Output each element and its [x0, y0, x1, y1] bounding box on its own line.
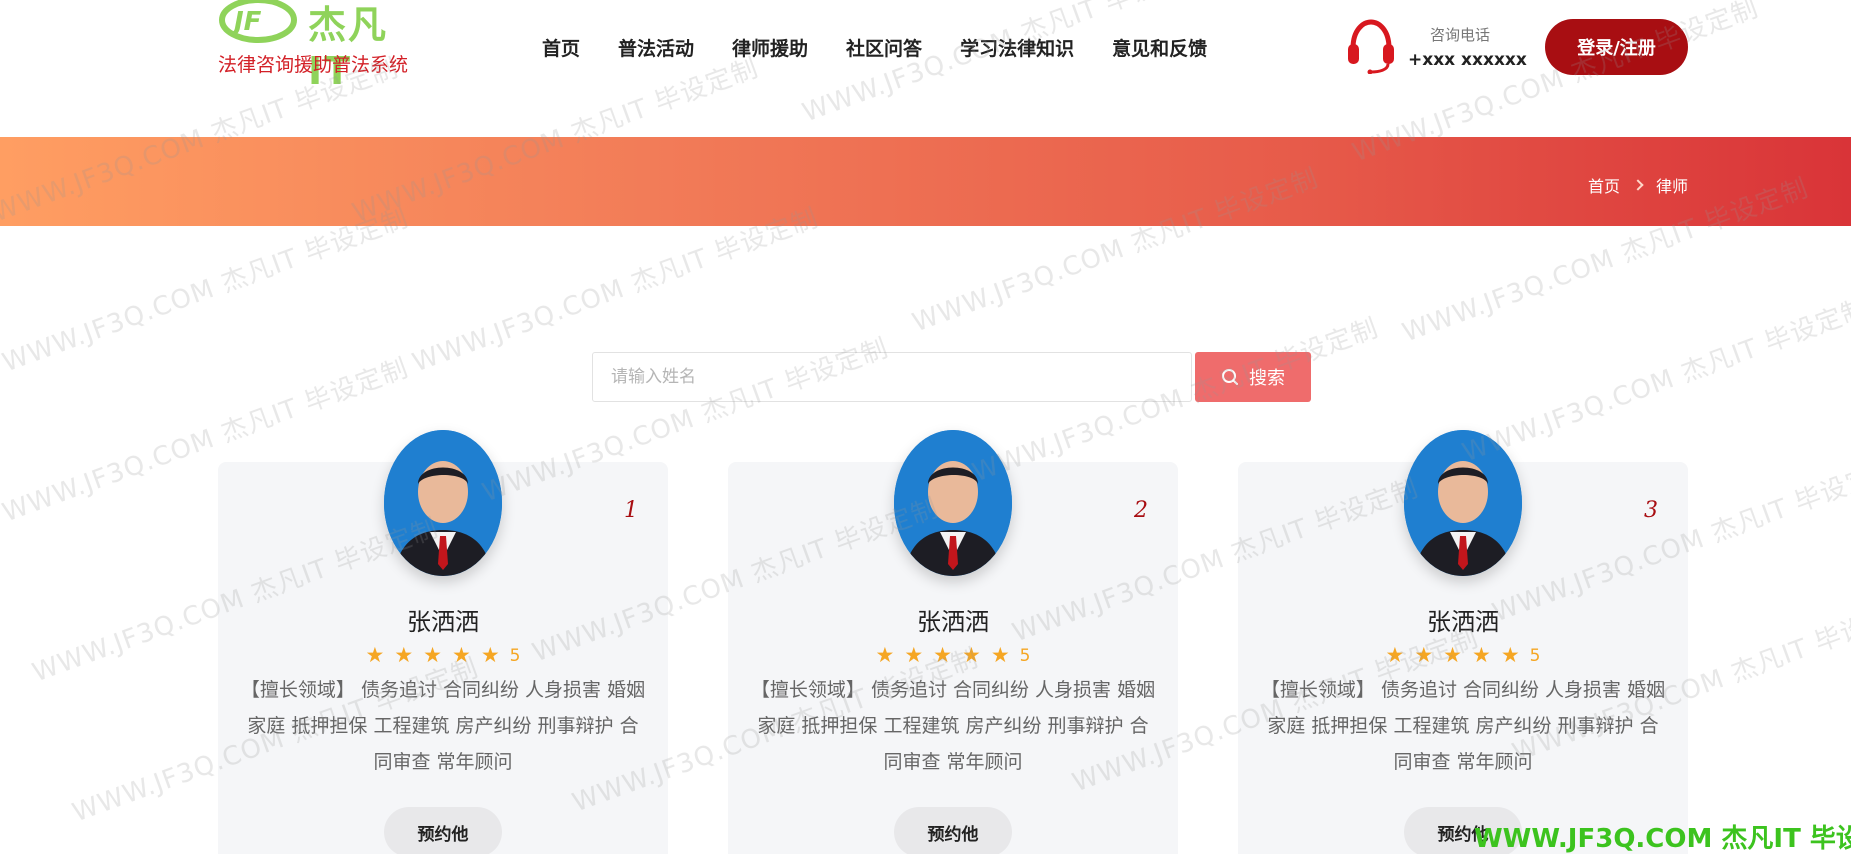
star-icon: ★ [1385, 643, 1405, 667]
nav-community-qa[interactable]: 社区问答 [846, 34, 922, 61]
footer-watermark: WWW.JF3Q.COM 杰凡IT 毕设定制 [1474, 824, 1851, 854]
rating-stars: ★ ★ ★ ★ ★ 5 [1238, 645, 1688, 666]
breadcrumb-home[interactable]: 首页 [1588, 173, 1620, 197]
logo-brand: 杰凡IT [308, 3, 389, 93]
book-lawyer-button[interactable]: 预约他 [384, 807, 502, 854]
portrait-image [894, 430, 1012, 576]
nav-feedback[interactable]: 意见和反馈 [1112, 34, 1207, 61]
rating-stars: ★ ★ ★ ★ ★ 5 [728, 645, 1178, 666]
star-icon: ★ [423, 643, 442, 667]
star-icon: ★ [1414, 643, 1434, 667]
lawyer-rank: 3 [1644, 498, 1658, 523]
star-icon: ★ [480, 643, 500, 667]
star-icon: ★ [875, 643, 895, 667]
rating-value: 5 [509, 645, 521, 666]
star-icon: ★ [1472, 643, 1491, 667]
star-icon: ★ [365, 643, 385, 667]
lawyer-card: 1 张洒洒 ★ ★ ★ ★ ★ 5 【擅长领域】 债务追讨 合同纠纷 人身损害 … [218, 430, 668, 854]
lawyer-card: 3 张洒洒 ★ ★ ★ ★ ★ 5 【擅长领域】 债务追讨 合同纠纷 人身损害 … [1238, 430, 1688, 854]
lawyer-specialty: 【擅长领域】 债务追讨 合同纠纷 人身损害 婚姻家庭 抵押担保 工程建筑 房产纠… [750, 679, 1156, 773]
lawyer-name: 张洒洒 [917, 608, 989, 636]
star-icon: ★ [394, 643, 414, 667]
nav-legal-activities[interactable]: 普法活动 [618, 34, 694, 61]
lawyer-specialty: 【擅长领域】 债务追讨 合同纠纷 人身损害 婚姻家庭 抵押担保 工程建筑 房产纠… [1260, 679, 1666, 773]
main-nav: 首页 普法活动 律师援助 社区问答 学习法律知识 意见和反馈 [542, 34, 1207, 61]
login-register-button[interactable]: 登录/注册 [1545, 19, 1688, 75]
site-header: JF 杰凡IT 法律咨询援助普法系统 首页 普法活动 律师援助 社区问答 学习法… [0, 0, 1851, 137]
search-button-label: 搜索 [1249, 368, 1285, 389]
breadcrumb-current: 律师 [1655, 177, 1688, 196]
lawyer-card: 2 张洒洒 ★ ★ ★ ★ ★ 5 【擅长领域】 债务追讨 合同纠纷 人身损害 … [728, 430, 1178, 854]
portrait-image [384, 430, 502, 576]
rating-value: 5 [1019, 645, 1031, 666]
search-button[interactable]: 搜索 [1195, 352, 1311, 402]
lawyer-avatar [384, 430, 502, 576]
portrait-image [1404, 430, 1522, 576]
star-icon: ★ [904, 643, 924, 667]
star-icon: ★ [1500, 643, 1520, 667]
rating-stars: ★ ★ ★ ★ ★ 5 [218, 645, 668, 666]
star-icon: ★ [990, 643, 1010, 667]
rating-value: 5 [1529, 645, 1541, 666]
star-icon: ★ [1443, 643, 1462, 667]
headset-icon [1348, 19, 1394, 74]
lawyer-avatar [1404, 430, 1522, 576]
star-icon: ★ [452, 643, 471, 667]
nav-lawyer-aid[interactable]: 律师援助 [732, 34, 808, 61]
svg-text:JF: JF [229, 7, 262, 37]
star-icon: ★ [962, 643, 981, 667]
watermark: WWW.JF3Q.COM 杰凡IT 毕设定制 [1458, 293, 1851, 469]
site-logo[interactable]: JF 杰凡IT 法律咨询援助普法系统 [218, 0, 428, 93]
lawyer-rank: 2 [1134, 498, 1148, 523]
lawyer-avatar [894, 430, 1012, 576]
hotline-number: +xxx xxxxxx [1408, 50, 1527, 70]
site-subtitle: 法律咨询援助普法系统 [218, 54, 409, 76]
hotline-label: 咨询电话 [1430, 26, 1491, 44]
nav-home[interactable]: 首页 [542, 34, 580, 61]
lawyer-rank: 1 [624, 498, 638, 523]
lawyer-name: 张洒洒 [1427, 608, 1499, 636]
page-banner: 首页 律师 [0, 137, 1851, 226]
breadcrumb: 首页 律师 [1588, 173, 1688, 197]
book-lawyer-button[interactable]: 预约他 [894, 807, 1012, 854]
logo-mark-icon: JF [219, 0, 297, 43]
chevron-right-icon [1632, 179, 1644, 191]
lawyer-specialty: 【擅长领域】 债务追讨 合同纠纷 人身损害 婚姻家庭 抵押担保 工程建筑 房产纠… [240, 679, 646, 773]
lawyer-name: 张洒洒 [407, 608, 479, 636]
star-icon: ★ [933, 643, 952, 667]
nav-learn-law[interactable]: 学习法律知识 [960, 34, 1074, 61]
name-search-input[interactable] [592, 352, 1192, 402]
search-icon [1222, 369, 1238, 385]
